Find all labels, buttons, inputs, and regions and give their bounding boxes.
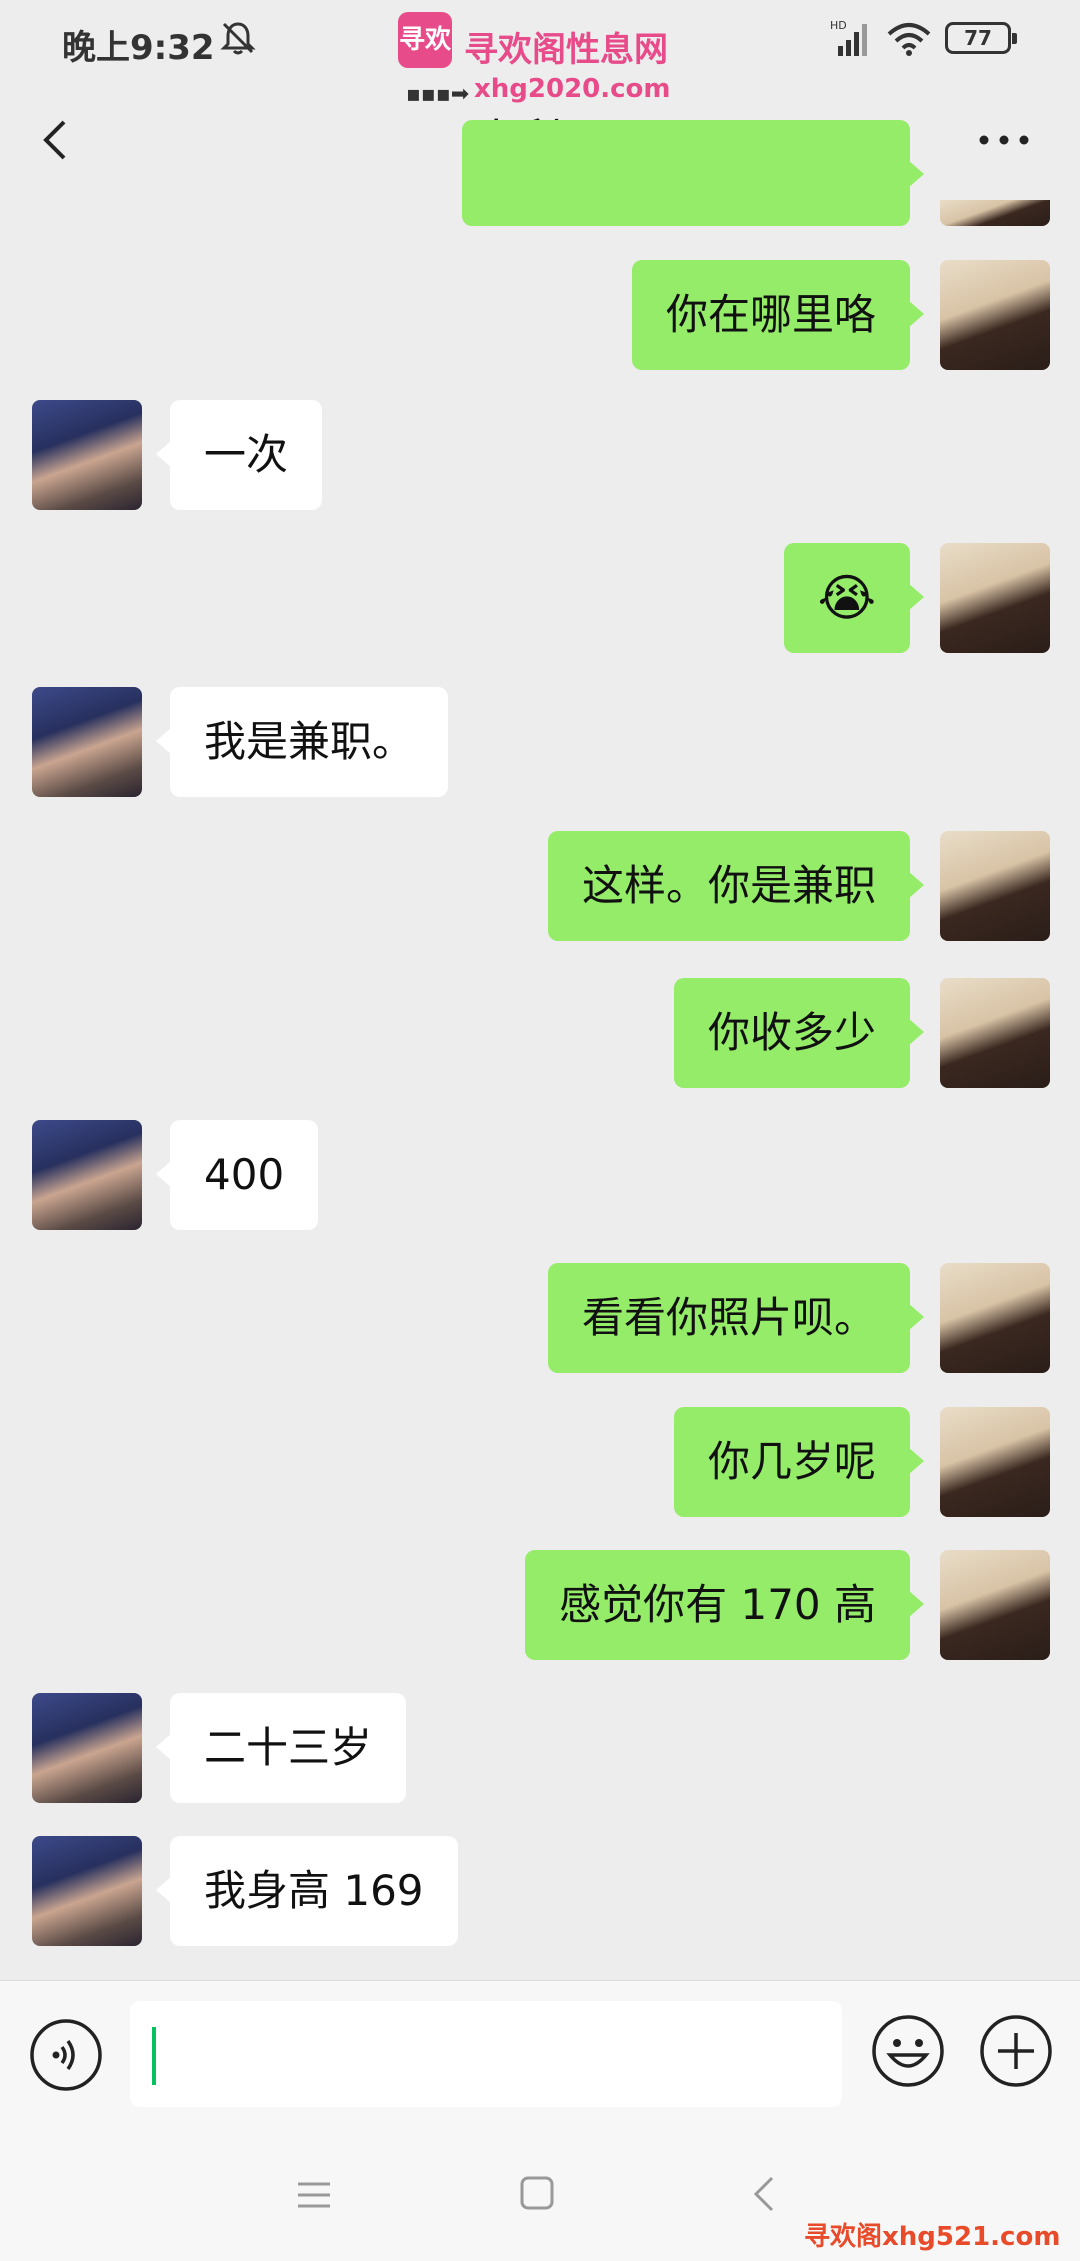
watermark-bottom: 寻欢阁xhg521.com [804,2222,1061,2252]
message-bubble[interactable]: 400 [155,1120,319,1230]
message-bubble[interactable]: 你在哪里咯 [631,260,925,370]
message-bubble[interactable]: 二十三岁 [155,1693,407,1803]
avatar-me[interactable] [940,543,1050,653]
avatar-me[interactable] [940,1407,1050,1517]
message-bubble[interactable]: 一次 [155,400,323,510]
message-bubble[interactable]: 我是兼职。 [155,687,449,797]
avatar-contact[interactable] [32,1120,142,1230]
message-bubble[interactable]: 看看你照片呗。 [547,1263,925,1373]
message-bubble[interactable]: 你收多少 [673,978,925,1088]
emoji-icon[interactable] [870,2013,946,2089]
input-bar [0,1980,1080,2131]
message-bubble[interactable]: 感觉你有 170 高 [525,1550,924,1660]
signal-icon: HD [830,19,867,56]
watermark-title: 寻欢阁性息网 [464,30,668,70]
message-bubble[interactable]: 我身高 169 [156,1836,458,1946]
avatar-me[interactable] [940,200,1050,226]
more-icon[interactable] [976,130,1032,150]
avatar-me[interactable] [940,1550,1050,1660]
avatar-contact[interactable] [32,400,142,510]
status-time: 晚上9:32 [62,28,215,68]
avatar-me[interactable] [940,260,1050,370]
avatar-contact[interactable] [32,1693,142,1803]
bell-muted-icon [220,22,256,55]
voice-icon[interactable] [28,2017,104,2093]
avatar-me[interactable] [940,1263,1050,1373]
avatar-contact[interactable] [32,687,142,797]
avatar-contact[interactable] [32,1836,142,1946]
wifi-icon [887,23,931,56]
message-bubble-partial[interactable] [462,120,924,226]
system-nav-bar: 寻欢阁xhg521.com [0,2130,1080,2261]
nav-home-icon[interactable] [520,2176,554,2210]
signal-hd-label: HD [830,19,847,32]
message-bubble[interactable]: 这样。你是兼职 [547,831,925,941]
add-icon[interactable] [978,2013,1054,2089]
avatar-me[interactable] [940,831,1050,941]
message-bubble[interactable]: 你几岁呢 [673,1407,925,1517]
battery-indicator: 77 [945,22,1017,54]
nav-back-icon[interactable] [752,2174,776,2214]
message-bubble[interactable]: 😭 [783,543,925,653]
text-caret [152,2027,156,2085]
message-input[interactable] [130,2001,842,2107]
avatar-me[interactable] [940,978,1050,1088]
nav-menu-icon[interactable] [296,2180,332,2210]
watermark-logo: 寻欢 [398,12,452,68]
